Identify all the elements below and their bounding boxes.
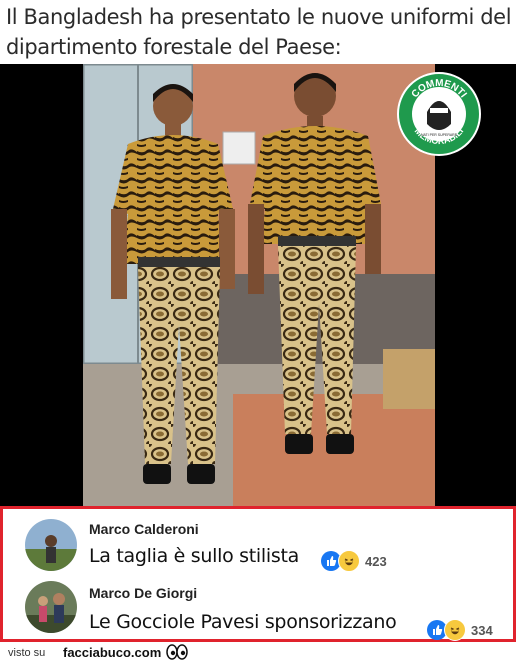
photo-illustration [83,64,435,506]
reaction-count: 334 [471,622,493,638]
post-caption: Il Bangladesh ha presentato le nuove uni… [6,5,512,59]
uniform-photo [83,64,435,506]
comment-text: Le Gocciole Pavesi sponsorizzano [89,611,397,633]
commenti-memorabili-logo: COMMENTI MEMORABILI NATI PER SUPERARE [397,72,481,156]
comment-author[interactable]: Marco Calderoni [89,521,199,537]
comment-author[interactable]: Marco De Giorgi [89,585,197,601]
eyes-icon [166,644,188,663]
haha-icon [444,619,466,641]
avatar[interactable] [25,519,77,571]
footer: visto su facciabuco.com [0,642,516,665]
comment-item: Marco De Giorgi Le Gocciole Pavesi spons… [3,577,513,641]
comment-text: La taglia è sullo stilista [89,545,299,567]
comment-item: Marco Calderoni La taglia è sullo stilis… [3,513,513,573]
badge-small-text: NATI PER SUPERARE [421,133,458,137]
reaction-count: 423 [365,553,387,569]
avatar[interactable] [25,581,77,633]
site-link[interactable]: facciabuco.com [63,645,161,660]
reactions[interactable]: 334 [427,619,493,641]
footer-prefix: visto su [8,647,46,659]
haha-icon [338,550,360,572]
reactions[interactable]: 423 [321,550,387,572]
comments-panel: Marco Calderoni La taglia è sullo stilis… [0,506,516,642]
